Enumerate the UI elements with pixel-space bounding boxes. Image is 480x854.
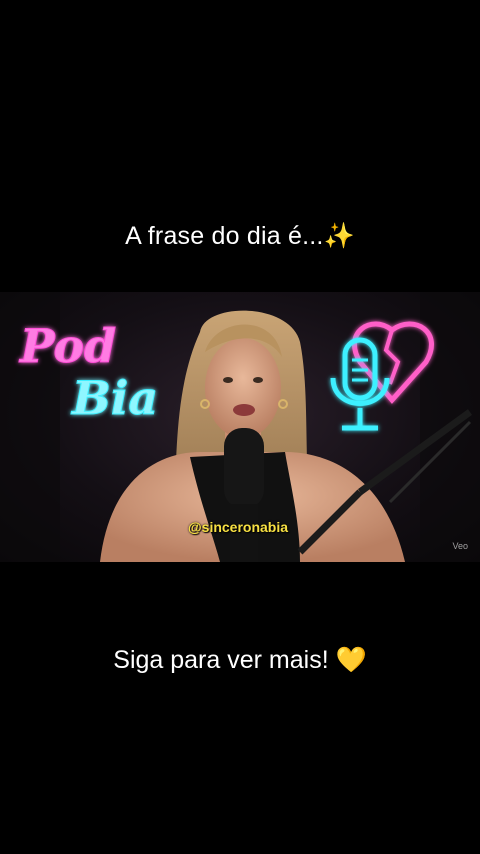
top-caption: A frase do dia é...✨ bbox=[125, 222, 355, 250]
video-frame[interactable]: Pod Bia @sinceronabia Veo bbox=[0, 292, 480, 562]
neon-sign-pod: Pod bbox=[18, 319, 116, 373]
bottom-caption: Siga para ver mais! 💛 bbox=[113, 646, 367, 674]
watermark-label: Veo bbox=[452, 541, 468, 551]
creator-handle: @sinceronabia bbox=[188, 519, 289, 535]
heart-neon-icon bbox=[352, 321, 434, 404]
neon-sign-bia: Bia bbox=[70, 371, 158, 425]
